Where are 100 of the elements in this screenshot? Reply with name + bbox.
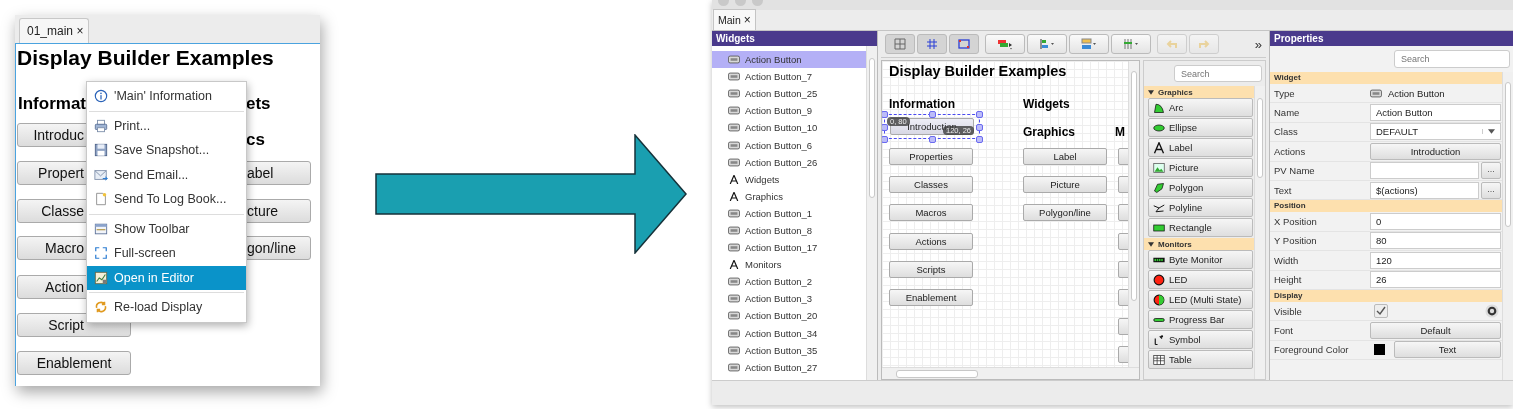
action-button[interactable]: Scripts bbox=[889, 261, 973, 278]
property-name: Type bbox=[1274, 87, 1296, 99]
text-field[interactable]: 0 bbox=[1370, 213, 1501, 231]
tree-item[interactable]: Action Button_2 bbox=[712, 273, 866, 291]
section-header: Position bbox=[1270, 200, 1502, 213]
panel-header: Properties bbox=[1270, 31, 1513, 46]
scrollbar[interactable] bbox=[882, 367, 1139, 379]
redo-button[interactable] bbox=[1189, 34, 1219, 54]
tree-item[interactable]: Action Button bbox=[712, 51, 866, 69]
color-swatch[interactable] bbox=[1374, 344, 1385, 356]
palette-item[interactable]: Rectangle bbox=[1148, 218, 1253, 237]
tab-label: 01_main bbox=[27, 24, 74, 38]
tree-item[interactable]: Action Button_17 bbox=[712, 239, 866, 257]
size-dropdown-button[interactable] bbox=[1069, 34, 1109, 54]
text-field[interactable]: Action Button bbox=[1370, 104, 1501, 122]
browse-button[interactable]: ... bbox=[1481, 181, 1501, 199]
scrollbar[interactable] bbox=[1502, 72, 1513, 380]
action-button[interactable]: Properties bbox=[889, 148, 973, 165]
property-button[interactable]: Default bbox=[1370, 322, 1501, 339]
property-name: PV Name bbox=[1274, 165, 1316, 177]
align-dropdown-button[interactable] bbox=[1027, 34, 1067, 54]
tab[interactable]: 01_main × bbox=[19, 18, 90, 43]
close-icon[interactable]: × bbox=[76, 24, 84, 38]
tree-item[interactable]: Action Button_3 bbox=[712, 290, 866, 308]
scrollbar[interactable] bbox=[1128, 61, 1139, 367]
tree-item[interactable]: Widgets bbox=[712, 170, 866, 188]
action-button[interactable]: Actions bbox=[889, 233, 973, 250]
palette-item[interactable]: Label bbox=[1148, 138, 1253, 157]
refresh-icon bbox=[94, 300, 108, 315]
palette-item[interactable]: Progress Bar bbox=[1148, 310, 1253, 329]
palette-item[interactable]: Symbol bbox=[1148, 330, 1253, 349]
distribute-dropdown-button[interactable] bbox=[1111, 34, 1151, 54]
button-icon bbox=[728, 106, 740, 116]
tree-item[interactable]: Action Button_20 bbox=[712, 307, 866, 325]
tree-item[interactable]: Action Button_6 bbox=[712, 136, 866, 154]
scrollbar[interactable] bbox=[1254, 86, 1265, 379]
dropdown[interactable]: DEFAULT bbox=[1370, 123, 1501, 141]
text-field[interactable]: $(actions) bbox=[1370, 181, 1479, 199]
property-button[interactable]: Introduction bbox=[1370, 142, 1501, 160]
scrollbar[interactable] bbox=[866, 46, 877, 380]
coordinates-button[interactable] bbox=[949, 34, 979, 54]
letter-a-icon bbox=[728, 174, 740, 184]
envelope-icon bbox=[94, 167, 108, 182]
section-heading: M bbox=[1115, 125, 1125, 139]
palette-item[interactable]: Picture bbox=[1148, 158, 1253, 177]
checkbox[interactable] bbox=[1374, 304, 1388, 319]
action-button[interactable]: Label bbox=[1023, 148, 1107, 165]
tree-item[interactable]: Action Button_8 bbox=[712, 221, 866, 240]
tree-item[interactable]: Graphics bbox=[712, 187, 866, 205]
tree-item[interactable]: Action Button_1 bbox=[712, 204, 866, 222]
close-icon[interactable]: × bbox=[743, 13, 751, 27]
expand-icon bbox=[94, 246, 108, 261]
text-field[interactable]: 120 bbox=[1370, 251, 1501, 269]
text-field[interactable]: 26 bbox=[1370, 271, 1501, 289]
action-button[interactable]: Classes bbox=[889, 176, 973, 193]
tree-item[interactable]: Action Button_26 bbox=[712, 153, 866, 171]
tree-item[interactable]: Monitors bbox=[712, 256, 866, 274]
action-button[interactable]: Picture bbox=[1023, 176, 1107, 193]
action-button[interactable]: Macros bbox=[889, 204, 973, 221]
palette-item[interactable]: LED bbox=[1148, 270, 1253, 289]
tree-item[interactable]: Action Button_9 bbox=[712, 102, 866, 120]
action-button[interactable]: Polygon/line bbox=[1023, 204, 1107, 221]
resize-handle[interactable] bbox=[929, 111, 936, 118]
palette-item[interactable]: LED (Multi State) bbox=[1148, 290, 1253, 309]
search-field[interactable]: Search bbox=[1174, 65, 1262, 82]
text-field[interactable]: 80 bbox=[1370, 232, 1501, 250]
button-icon bbox=[728, 72, 740, 82]
tree-item[interactable]: Action Button_35 bbox=[712, 341, 866, 359]
grid-button[interactable] bbox=[885, 34, 915, 54]
button-icon bbox=[728, 157, 740, 167]
button-icon bbox=[728, 362, 740, 372]
section-heading: Widgets bbox=[1023, 97, 1070, 111]
menu-item[interactable]: 'Main' Information bbox=[87, 84, 246, 109]
palette-item[interactable]: Ellipse bbox=[1148, 118, 1253, 137]
palette-item[interactable]: Arc bbox=[1148, 98, 1253, 117]
text-field[interactable] bbox=[1370, 162, 1479, 180]
group-header[interactable]: Graphics bbox=[1144, 86, 1254, 98]
arc-icon bbox=[1153, 101, 1165, 114]
letter-a-icon bbox=[1153, 141, 1165, 154]
order-dropdown-button[interactable] bbox=[985, 34, 1025, 54]
tree-item[interactable]: Action Button_10 bbox=[712, 119, 866, 137]
tree-item[interactable]: Action Button_25 bbox=[712, 85, 866, 103]
action-button[interactable]: Enablement bbox=[17, 351, 131, 375]
tab[interactable]: Main × bbox=[713, 9, 756, 30]
snap-button[interactable] bbox=[917, 34, 947, 54]
group-header[interactable]: Monitors bbox=[1144, 238, 1254, 250]
undo-button[interactable] bbox=[1157, 34, 1187, 54]
tree-item[interactable]: Action Button_7 bbox=[712, 68, 866, 86]
palette-item[interactable]: Table bbox=[1148, 350, 1253, 369]
palette-item[interactable]: Polyline bbox=[1148, 198, 1253, 217]
overflow-button[interactable]: » bbox=[1254, 36, 1262, 52]
resize-handle[interactable] bbox=[929, 136, 936, 143]
color-button[interactable]: Text bbox=[1394, 341, 1501, 359]
browse-button[interactable]: ... bbox=[1481, 162, 1501, 180]
palette-item[interactable]: Polygon bbox=[1148, 178, 1253, 197]
palette-item[interactable]: Byte Monitor bbox=[1148, 250, 1253, 269]
action-button[interactable]: Enablement bbox=[889, 289, 973, 306]
tree-item[interactable]: Action Button_27 bbox=[712, 358, 866, 376]
search-field[interactable]: Search bbox=[1394, 50, 1510, 68]
tree-item[interactable]: Action Button_34 bbox=[712, 324, 866, 342]
